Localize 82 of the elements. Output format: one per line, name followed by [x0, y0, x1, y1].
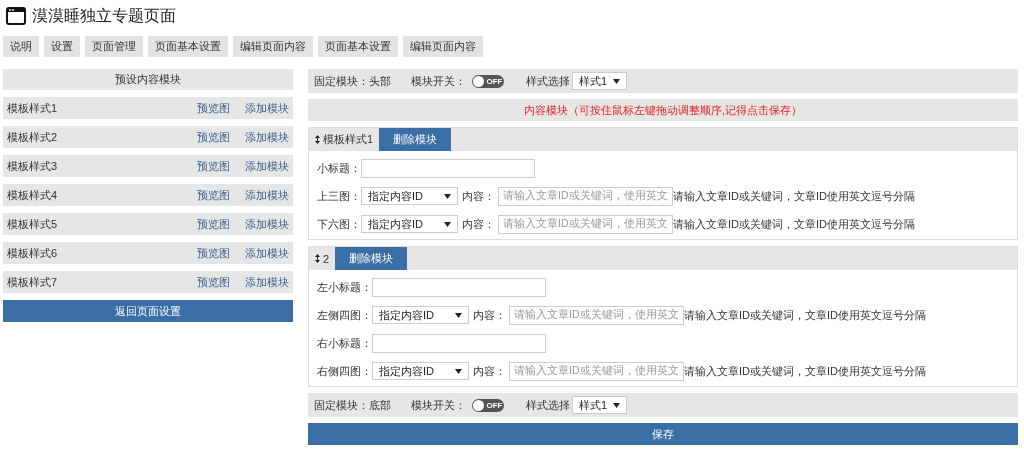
field-label: 内容：	[473, 363, 506, 379]
input-field[interactable]	[372, 277, 546, 297]
panel-heading: 预设内容模块	[3, 69, 293, 90]
drag-icon[interactable]	[315, 135, 320, 144]
caret-icon	[613, 78, 621, 84]
field-label: 左小标题：	[317, 279, 372, 295]
hint-text: 请输入文章ID或关键词，文章ID使用英文逗号分隔	[673, 216, 915, 232]
preview-link[interactable]: 预览图	[197, 216, 230, 232]
caret-icon	[613, 402, 621, 408]
delete-module-button[interactable]: 删除模块	[379, 128, 452, 151]
fixed-module-label: 固定模块：底部	[314, 397, 391, 413]
input-field[interactable]	[372, 333, 546, 353]
add-module-link[interactable]: 添加模块	[245, 158, 289, 174]
nav-tab[interactable]: 页面基本设置	[148, 36, 228, 57]
caret-icon	[455, 368, 462, 374]
style-label: 样式选择	[526, 397, 570, 413]
hint-text: 请输入文章ID或关键词，文章ID使用英文逗号分隔	[684, 307, 926, 323]
preview-link[interactable]: 预览图	[197, 274, 230, 290]
module-title: 模板样式1	[323, 132, 374, 147]
nav-tab[interactable]: 编辑页面内容	[233, 36, 313, 57]
switch-label: 模块开关：	[411, 73, 466, 89]
input-field[interactable]: 请输入文章ID或关键词，使用英文	[509, 361, 684, 381]
add-module-link[interactable]: 添加模块	[245, 245, 289, 261]
input-field[interactable]: 请输入文章ID或关键词，使用英文	[498, 214, 673, 234]
nav-tab[interactable]: 页面管理	[85, 36, 143, 57]
add-module-link[interactable]: 添加模块	[245, 100, 289, 116]
add-module-link[interactable]: 添加模块	[245, 216, 289, 232]
caret-icon	[444, 193, 451, 199]
save-button[interactable]: 保存	[308, 423, 1018, 445]
template-name: 模板样式1	[7, 100, 59, 116]
content-type-select[interactable]: 指定内容ID	[361, 215, 458, 233]
add-module-link[interactable]: 添加模块	[245, 129, 289, 145]
template-name: 模板样式5	[7, 216, 59, 232]
template-name: 模板样式6	[7, 245, 59, 261]
hint-text: 请输入文章ID或关键词，文章ID使用英文逗号分隔	[673, 188, 915, 204]
page-title: 漠漠睡独立专题页面	[32, 6, 176, 26]
style-select[interactable]: 样式1	[572, 72, 628, 90]
toggle-switch[interactable]: OFF	[472, 74, 504, 88]
field-label: 左侧四图：	[317, 307, 372, 323]
input-field[interactable]: 请输入文章ID或关键词，使用英文	[498, 186, 673, 206]
field-label: 右侧四图：	[317, 363, 372, 379]
nav-tab[interactable]: 说明	[3, 36, 39, 57]
content-type-select[interactable]: 指定内容ID	[361, 187, 458, 205]
field-label: 下六图：	[317, 216, 361, 232]
preview-link[interactable]: 预览图	[197, 245, 230, 261]
style-label: 样式选择	[526, 73, 570, 89]
template-name: 模板样式2	[7, 129, 59, 145]
field-label: 上三图：	[317, 188, 361, 204]
fixed-module-label: 固定模块：头部	[314, 73, 391, 89]
field-label: 内容：	[462, 216, 495, 232]
nav-tab[interactable]: 编辑页面内容	[403, 36, 483, 57]
switch-label: 模块开关：	[411, 397, 466, 413]
input-field[interactable]	[361, 158, 535, 178]
back-button[interactable]: 返回页面设置	[3, 300, 293, 322]
hint-text: 请输入文章ID或关键词，文章ID使用英文逗号分隔	[684, 363, 926, 379]
nav-tab[interactable]: 设置	[44, 36, 80, 57]
field-label: 小标题：	[317, 160, 361, 176]
caret-icon	[455, 312, 462, 318]
field-label: 内容：	[462, 188, 495, 204]
preview-link[interactable]: 预览图	[197, 187, 230, 203]
nav-tab[interactable]: 页面基本设置	[318, 36, 398, 57]
add-module-link[interactable]: 添加模块	[245, 187, 289, 203]
preview-link[interactable]: 预览图	[197, 129, 230, 145]
delete-module-button[interactable]: 删除模块	[335, 247, 408, 270]
field-label: 内容：	[473, 307, 506, 323]
add-module-link[interactable]: 添加模块	[245, 274, 289, 290]
preview-link[interactable]: 预览图	[197, 100, 230, 116]
module-title: 2	[323, 252, 330, 265]
window-icon	[6, 7, 26, 25]
input-field[interactable]: 请输入文章ID或关键词，使用英文	[509, 305, 684, 325]
template-name: 模板样式4	[7, 187, 59, 203]
preview-link[interactable]: 预览图	[197, 158, 230, 174]
drag-icon[interactable]	[315, 254, 320, 263]
field-label: 右小标题：	[317, 335, 372, 351]
style-select[interactable]: 样式1	[572, 396, 628, 414]
notice-text: 内容模块（可按住鼠标左键拖动调整顺序,记得点击保存）	[308, 99, 1018, 121]
content-type-select[interactable]: 指定内容ID	[372, 362, 469, 380]
toggle-switch[interactable]: OFF	[472, 398, 504, 412]
caret-icon	[444, 221, 451, 227]
template-name: 模板样式7	[7, 274, 59, 290]
template-name: 模板样式3	[7, 158, 59, 174]
content-type-select[interactable]: 指定内容ID	[372, 306, 469, 324]
